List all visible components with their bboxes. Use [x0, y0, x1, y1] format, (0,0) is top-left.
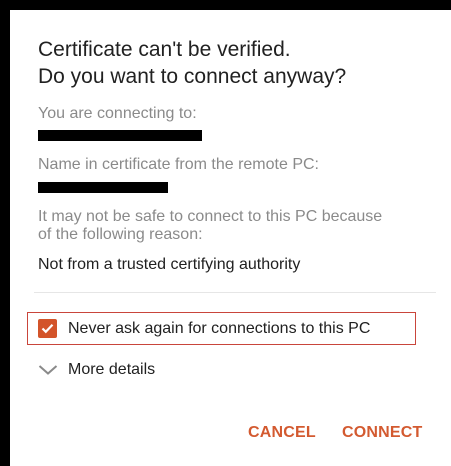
dialog-title-line-2: Do you want to connect anyway?: [38, 65, 347, 88]
more-details-label: More details: [68, 361, 156, 378]
divider: [34, 292, 436, 293]
never-ask-again-checkbox[interactable]: [38, 319, 57, 338]
cancel-button[interactable]: CANCEL: [248, 424, 316, 442]
connecting-to-label: You are connecting to:: [38, 105, 197, 122]
dialog-title-line-1: Certificate can't be verified.: [38, 38, 291, 61]
chevron-down-icon: [38, 365, 58, 375]
reason-text: Not from a trusted certifying authority: [38, 256, 301, 273]
checkmark-icon: [41, 324, 54, 334]
warning-text-line-1: It may not be safe to connect to this PC…: [38, 208, 383, 225]
connect-button[interactable]: CONNECT: [342, 424, 423, 442]
warning-text-line-2: of the following reason:: [38, 226, 203, 243]
redacted-hostname: [38, 130, 202, 141]
redacted-cert-name: [38, 182, 168, 193]
certificate-dialog: Certificate can't be verified. Do you wa…: [10, 10, 451, 466]
never-ask-again-row[interactable]: Never ask again for connections to this …: [27, 312, 416, 345]
cert-name-label: Name in certificate from the remote PC:: [38, 156, 319, 173]
more-details-toggle[interactable]: More details: [38, 358, 155, 382]
never-ask-again-label: Never ask again for connections to this …: [68, 319, 371, 337]
dialog-title: Certificate can't be verified. Do you wa…: [38, 36, 438, 90]
